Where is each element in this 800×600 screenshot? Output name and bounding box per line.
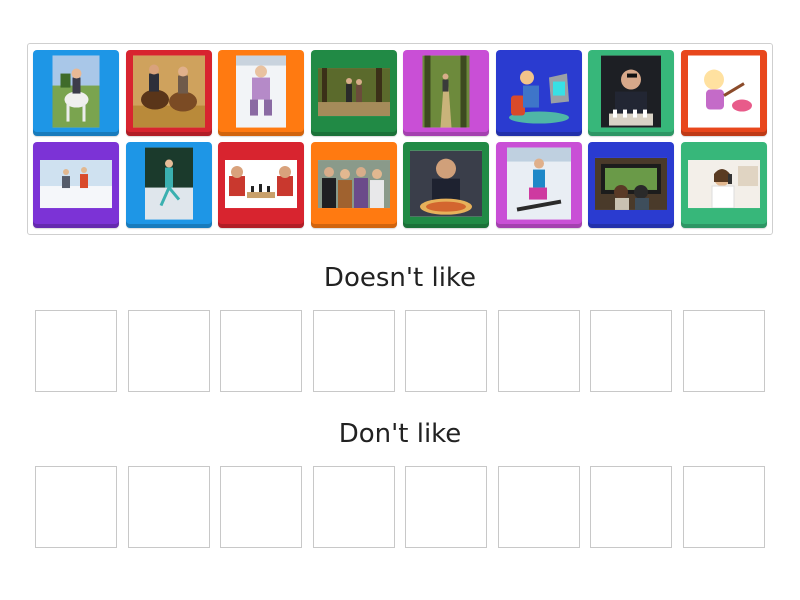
- cartoon-tv-couch-icon: [503, 56, 575, 128]
- drop-slot[interactable]: [683, 310, 765, 392]
- skiing-kids-photo-icon: [40, 160, 112, 209]
- group-title-doesnt-like: Doesn't like: [323, 263, 477, 293]
- tile-friends-table[interactable]: [311, 142, 397, 228]
- tile-ice-skating-child[interactable]: [218, 50, 304, 136]
- forest-path-walker-photo-icon: [422, 55, 470, 128]
- snowboarder-photo-icon: [507, 147, 571, 220]
- chess-player-photo-icon: [601, 55, 661, 128]
- ice-skating-child-photo-icon: [236, 55, 286, 128]
- drop-slot[interactable]: [313, 466, 395, 548]
- drop-slot[interactable]: [683, 466, 765, 548]
- drop-slot[interactable]: [498, 310, 580, 392]
- tile-phone-woman[interactable]: [681, 142, 767, 228]
- drop-slot[interactable]: [35, 466, 117, 548]
- tile-skiing-kids[interactable]: [33, 142, 119, 228]
- tile-cartoon-tv-watcher[interactable]: [496, 50, 582, 136]
- eating-pizza-photo-icon: [410, 150, 482, 217]
- tile-chess-player-man[interactable]: [588, 50, 674, 136]
- drop-slot[interactable]: [405, 310, 487, 392]
- cartoon-painting-girl-icon: [688, 55, 760, 128]
- tile-horse-riding-couple[interactable]: [126, 50, 212, 136]
- drop-slot[interactable]: [220, 310, 302, 392]
- tile-figure-skater[interactable]: [126, 142, 212, 228]
- horse-rider-photo-icon: [52, 55, 100, 128]
- figure-skater-photo-icon: [145, 147, 193, 220]
- woman-on-phone-photo-icon: [688, 160, 760, 209]
- drop-slot[interactable]: [498, 466, 580, 548]
- drop-slot[interactable]: [313, 310, 395, 392]
- drop-slot[interactable]: [35, 310, 117, 392]
- drop-slot[interactable]: [590, 466, 672, 548]
- chess-boys-photo-icon: [225, 160, 297, 209]
- tile-chess-boys[interactable]: [218, 142, 304, 228]
- drop-slot[interactable]: [128, 466, 210, 548]
- tile-watching-tv-kids[interactable]: [588, 142, 674, 228]
- drop-slot[interactable]: [128, 310, 210, 392]
- drop-slot[interactable]: [405, 466, 487, 548]
- tile-forest-walk[interactable]: [403, 50, 489, 136]
- group-title-dont-like: Don't like: [338, 419, 462, 449]
- forest-hikers-photo-icon: [318, 68, 390, 117]
- tile-cartoon-painting-girl[interactable]: [681, 50, 767, 136]
- horseback-couple-photo-icon: [133, 55, 205, 128]
- tile-eating-pizza[interactable]: [403, 142, 489, 228]
- tile-hiking-forest[interactable]: [311, 50, 397, 136]
- kids-watching-tv-photo-icon: [595, 157, 667, 210]
- drop-slot[interactable]: [220, 466, 302, 548]
- tile-horse-riding-girl[interactable]: [33, 50, 119, 136]
- friends-group-photo-icon: [318, 160, 390, 209]
- tile-snowboarder[interactable]: [496, 142, 582, 228]
- drop-slot[interactable]: [590, 310, 672, 392]
